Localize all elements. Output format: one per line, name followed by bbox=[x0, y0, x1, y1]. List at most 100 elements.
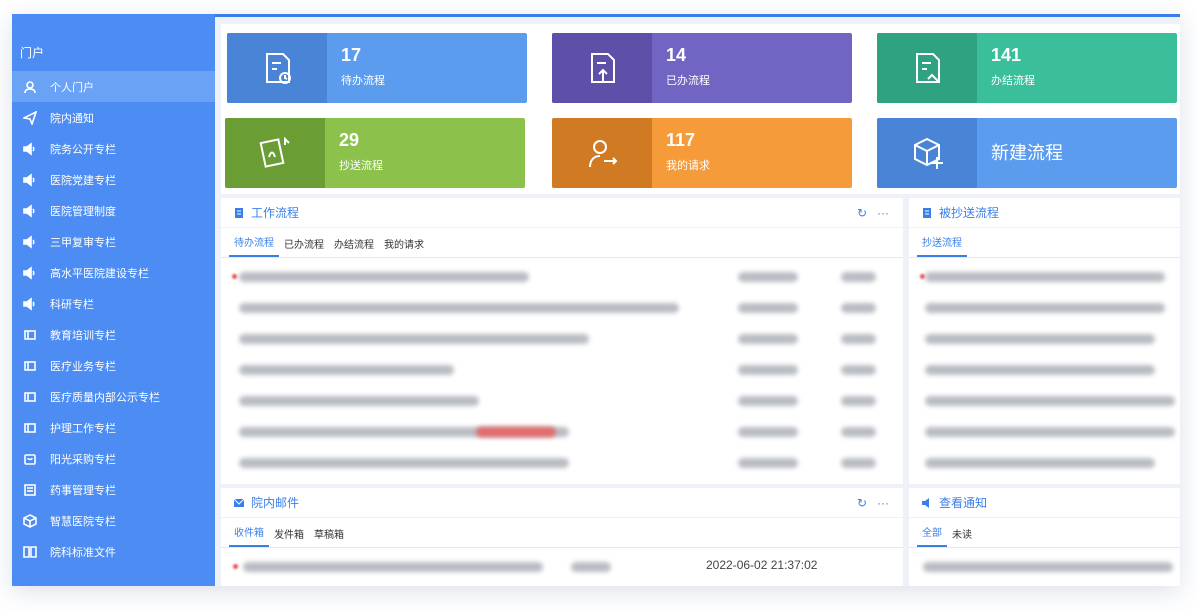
megaphone-icon bbox=[22, 358, 38, 374]
speaker-icon bbox=[22, 234, 38, 250]
notice-row[interactable] bbox=[909, 558, 1180, 578]
stat-card[interactable]: 17 待办流程 bbox=[227, 33, 527, 103]
cc-doc-icon bbox=[225, 118, 325, 188]
sidebar-item-label: 医院党建专栏 bbox=[50, 174, 116, 187]
sidebar-item[interactable]: 个人门户 bbox=[12, 71, 215, 102]
sidebar-item[interactable]: 高水平医院建设专栏 bbox=[12, 257, 215, 288]
tab[interactable]: 我的请求 bbox=[379, 236, 429, 257]
sidebar-item[interactable]: 教育培训专栏 bbox=[12, 319, 215, 350]
list-item[interactable] bbox=[909, 392, 1180, 412]
mail-panel-title: 院内邮件 bbox=[251, 496, 300, 510]
speaker-icon bbox=[22, 203, 38, 219]
stat-card[interactable]: 117 我的请求 bbox=[552, 118, 852, 188]
list-item[interactable] bbox=[221, 268, 903, 288]
sidebar-item-label: 院务公开专栏 bbox=[50, 143, 116, 156]
sidebar-item-label: 个人门户 bbox=[50, 81, 94, 94]
user-icon bbox=[22, 79, 38, 95]
list-item[interactable] bbox=[221, 299, 903, 319]
stat-card-count: 117 bbox=[666, 130, 696, 150]
refresh-icon[interactable]: ↻ bbox=[857, 206, 867, 220]
tab[interactable]: 待办流程 bbox=[229, 234, 279, 257]
list-item[interactable] bbox=[909, 268, 1180, 288]
stat-card-label: 抄送流程 bbox=[339, 160, 383, 172]
megaphone-icon bbox=[22, 389, 38, 405]
tab[interactable]: 未读 bbox=[947, 526, 977, 547]
stat-card[interactable]: 新建流程 bbox=[877, 118, 1177, 188]
workflow-tabs: 待办流程 已办流程 办结流程 我的请求 bbox=[221, 228, 903, 258]
list-icon bbox=[22, 482, 38, 498]
cc-panel-header: 被抄送流程 bbox=[909, 198, 1180, 228]
megaphone-icon bbox=[22, 327, 38, 343]
sidebar-item-label: 院科标准文件 bbox=[50, 546, 116, 559]
sidebar-item[interactable]: 医疗业务专栏 bbox=[12, 350, 215, 381]
sidebar-item[interactable]: 护理工作专栏 bbox=[12, 412, 215, 443]
list-item[interactable] bbox=[909, 423, 1180, 443]
stat-card[interactable]: 29 抄送流程 bbox=[225, 118, 525, 188]
sidebar-item[interactable]: 三甲复审专栏 bbox=[12, 226, 215, 257]
speaker-icon bbox=[22, 265, 38, 281]
sidebar-item[interactable]: 药事管理专栏 bbox=[12, 474, 215, 505]
sidebar-item[interactable]: 阳光采购专栏 bbox=[12, 443, 215, 474]
tab[interactable]: 已办流程 bbox=[279, 236, 329, 257]
sidebar-item[interactable]: 院内通知 bbox=[12, 102, 215, 133]
sidebar-item-label: 医疗质量内部公示专栏 bbox=[50, 391, 160, 404]
sidebar-item[interactable]: 院务公开专栏 bbox=[12, 133, 215, 164]
mail-row-date: 2022-06-02 21:37:02 bbox=[706, 558, 818, 572]
workflow-panel-header: 工作流程 ↻ ··· bbox=[221, 198, 903, 228]
sidebar-item-label: 药事管理专栏 bbox=[50, 484, 116, 497]
sidebar-item[interactable]: 智慧医院专栏 bbox=[12, 505, 215, 536]
list-item[interactable] bbox=[221, 392, 903, 412]
list-item[interactable] bbox=[221, 423, 903, 443]
sidebar-item[interactable]: 科研专栏 bbox=[12, 288, 215, 319]
refresh-icon[interactable]: ↻ bbox=[857, 496, 867, 510]
sidebar-item-label: 阳光采购专栏 bbox=[50, 453, 116, 466]
stat-card[interactable]: 14 已办流程 bbox=[552, 33, 852, 103]
sidebar-item-label: 院内通知 bbox=[50, 112, 94, 125]
app-window: 门户 个人门户院内通知院务公开专栏 医院党建专栏医院管理制度 三甲复审专栏 高水平医院… bbox=[12, 14, 1180, 586]
tab[interactable]: 抄送流程 bbox=[917, 234, 967, 257]
workflow-panel-title: 工作流程 bbox=[251, 206, 300, 220]
speaker-icon bbox=[922, 497, 929, 508]
list-item[interactable] bbox=[909, 361, 1180, 381]
list-item[interactable] bbox=[909, 454, 1180, 474]
more-icon[interactable]: ··· bbox=[877, 206, 889, 220]
sidebar-item[interactable]: 医院党建专栏 bbox=[12, 164, 215, 195]
pending-doc-icon bbox=[227, 33, 327, 103]
stat-card-count: 141 bbox=[991, 45, 1022, 65]
tab[interactable]: 办结流程 bbox=[329, 236, 379, 257]
tab[interactable]: 发件箱 bbox=[269, 526, 309, 547]
list-item[interactable] bbox=[221, 454, 903, 474]
speaker-icon bbox=[22, 141, 38, 157]
notice-tabs: 全部 未读 bbox=[909, 518, 1180, 548]
stat-card-title: 新建流程 bbox=[991, 143, 1063, 163]
list-item[interactable] bbox=[221, 330, 903, 350]
stat-card-label: 我的请求 bbox=[666, 160, 710, 172]
sidebar-item[interactable]: 医院管理制度 bbox=[12, 195, 215, 226]
cube-icon bbox=[22, 513, 38, 529]
top-accent-bar bbox=[215, 14, 1180, 17]
done-doc-icon bbox=[552, 33, 652, 103]
stat-card-count: 14 bbox=[666, 45, 687, 65]
sidebar-item[interactable]: 院科标准文件 bbox=[12, 536, 215, 567]
stat-card[interactable]: 141 办结流程 bbox=[877, 33, 1177, 103]
tab[interactable]: 收件箱 bbox=[229, 524, 269, 547]
cc-tabs: 抄送流程 bbox=[909, 228, 1180, 258]
sidebar-item-label: 医疗业务专栏 bbox=[50, 360, 116, 373]
new-cube-icon bbox=[877, 118, 977, 188]
finished-doc-icon bbox=[877, 33, 977, 103]
tab[interactable]: 全部 bbox=[917, 524, 947, 547]
document-icon bbox=[235, 207, 243, 218]
sidebar-item-label: 智慧医院专栏 bbox=[50, 515, 116, 528]
tab[interactable]: 草稿箱 bbox=[309, 526, 349, 547]
more-icon[interactable]: ··· bbox=[877, 496, 889, 510]
list-item[interactable] bbox=[221, 361, 903, 381]
sidebar: 门户 个人门户院内通知院务公开专栏 医院党建专栏医院管理制度 三甲复审专栏 高水平医院… bbox=[12, 14, 215, 586]
sidebar-item-label: 护理工作专栏 bbox=[50, 422, 116, 435]
megaphone-icon bbox=[22, 420, 38, 436]
list-item[interactable] bbox=[909, 299, 1180, 319]
sidebar-item[interactable]: 医疗质量内部公示专栏 bbox=[12, 381, 215, 412]
mail-panel-header: 院内邮件 ↻ ··· bbox=[221, 488, 903, 518]
mail-row[interactable]: 2022-06-02 21:37:02 bbox=[221, 558, 903, 578]
list-item[interactable] bbox=[909, 330, 1180, 350]
sidebar-section-title: 门户 bbox=[20, 46, 45, 60]
